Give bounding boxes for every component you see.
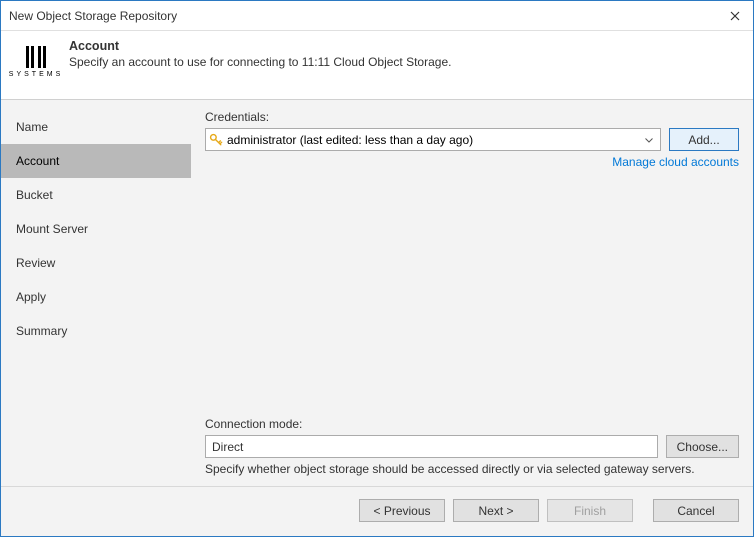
- step-review[interactable]: Review: [1, 246, 191, 280]
- previous-button[interactable]: < Previous: [359, 499, 445, 522]
- main-panel: Credentials: administrator (last edited:…: [191, 100, 753, 486]
- connection-mode-hint: Specify whether object storage should be…: [205, 462, 739, 476]
- credentials-select[interactable]: administrator (last edited: less than a …: [205, 128, 661, 151]
- step-mount-server[interactable]: Mount Server: [1, 212, 191, 246]
- wizard-steps: Name Account Bucket Mount Server Review …: [1, 100, 191, 486]
- chevron-down-icon: [641, 135, 657, 145]
- step-name[interactable]: Name: [1, 110, 191, 144]
- step-bucket[interactable]: Bucket: [1, 178, 191, 212]
- title-bar: New Object Storage Repository: [1, 1, 753, 31]
- step-summary[interactable]: Summary: [1, 314, 191, 348]
- page-subtitle: Specify an account to use for connecting…: [69, 55, 741, 69]
- next-button[interactable]: Next >: [453, 499, 539, 522]
- add-button[interactable]: Add...: [669, 128, 739, 151]
- connection-mode-label: Connection mode:: [205, 417, 739, 431]
- step-account[interactable]: Account: [1, 144, 191, 178]
- body: Name Account Bucket Mount Server Review …: [1, 100, 753, 486]
- footer: < Previous Next > Finish Cancel: [1, 486, 753, 536]
- key-icon: [209, 133, 223, 147]
- credentials-label: Credentials:: [205, 110, 739, 124]
- step-apply[interactable]: Apply: [1, 280, 191, 314]
- credentials-value: administrator (last edited: less than a …: [227, 133, 641, 147]
- header: SYSTEMS Account Specify an account to us…: [1, 31, 753, 100]
- manage-accounts-link[interactable]: Manage cloud accounts: [205, 155, 739, 169]
- finish-button: Finish: [547, 499, 633, 522]
- close-icon[interactable]: [725, 6, 745, 26]
- connection-mode-value: Direct: [205, 435, 658, 458]
- cancel-button[interactable]: Cancel: [653, 499, 739, 522]
- page-title: Account: [69, 39, 741, 53]
- window-title: New Object Storage Repository: [9, 9, 725, 23]
- choose-button[interactable]: Choose...: [666, 435, 739, 458]
- logo-icon: SYSTEMS: [13, 39, 59, 85]
